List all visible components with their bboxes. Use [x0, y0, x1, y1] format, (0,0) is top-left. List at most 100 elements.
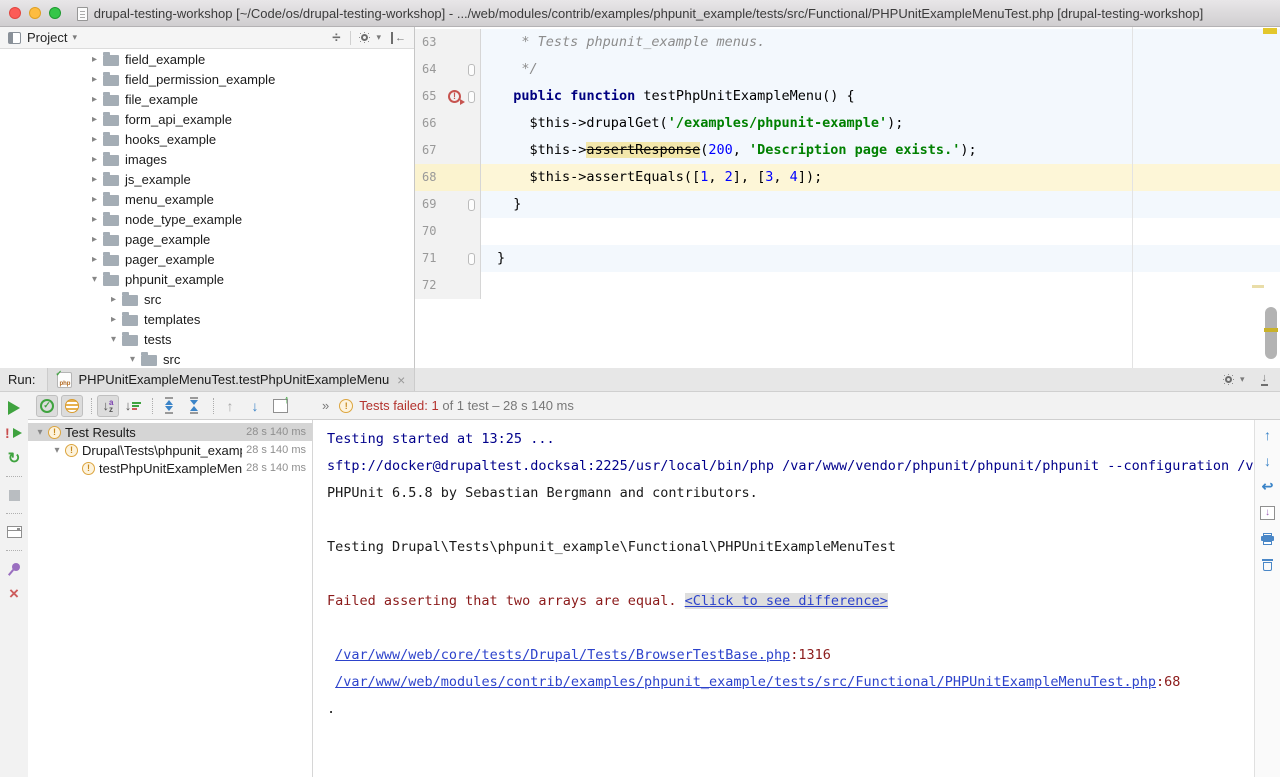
expand-arrow-icon[interactable]: ▸ — [86, 254, 103, 265]
project-panel: Project ▾ ÷ ▾ ← ▸field_example▸field_per… — [0, 27, 415, 368]
php-file-icon: ✓php — [57, 372, 72, 388]
project-tree-item[interactable]: ▸pager_example — [0, 249, 413, 269]
scroll-from-source-button[interactable]: ÷ — [332, 31, 340, 45]
run-settings-gear-icon[interactable]: ▾ — [1225, 374, 1245, 385]
project-tree-item[interactable]: ▸page_example — [0, 229, 413, 249]
test-tree-item[interactable]: ▾!Drupal\Tests\phpunit_example\Functiona… — [28, 441, 312, 459]
show-passed-button[interactable]: ✓ — [36, 395, 58, 417]
project-tree-item[interactable]: ▸templates — [0, 309, 413, 329]
expand-arrow-icon[interactable]: ▸ — [86, 114, 103, 125]
previous-failed-test-button[interactable]: ↑ — [219, 395, 241, 417]
code-text[interactable] — [481, 272, 1280, 299]
rerun-tests-button[interactable] — [4, 399, 24, 417]
project-tree-item[interactable]: ▸images — [0, 149, 413, 169]
code-text[interactable]: */ — [481, 56, 1280, 83]
expand-arrow-icon[interactable]: ▸ — [105, 314, 122, 325]
restore-layout-button[interactable] — [4, 523, 24, 541]
expand-arrow-icon[interactable]: ▸ — [86, 174, 103, 185]
code-text[interactable] — [481, 218, 1280, 245]
expand-arrow-icon[interactable]: ▸ — [105, 294, 122, 305]
show-ignored-button[interactable] — [61, 395, 83, 417]
project-tree-item[interactable]: ▸node_type_example — [0, 209, 413, 229]
close-run-panel-button[interactable]: × — [4, 585, 24, 603]
code-text[interactable]: * Tests phpunit_example menus. — [481, 29, 1280, 56]
sort-alphabetically-button[interactable]: ↓az — [97, 395, 119, 417]
soft-wrap-button[interactable]: ↩ — [1258, 478, 1278, 495]
expand-all-button[interactable] — [158, 395, 180, 417]
divider — [350, 31, 351, 45]
close-icon[interactable]: × — [397, 374, 405, 386]
test-tree-item[interactable]: !testPhpUnitExampleMenu28 s 140 ms — [28, 459, 312, 477]
test-tree-item[interactable]: ▾!Test Results28 s 140 ms — [28, 423, 312, 441]
collapse-arrow-icon[interactable]: ▾ — [124, 354, 141, 365]
rerun-failed-test-icon[interactable]: ! — [448, 90, 461, 103]
fold-handle-icon[interactable] — [468, 64, 475, 76]
stop-button[interactable] — [4, 486, 24, 504]
code-editor[interactable]: 63 * Tests phpunit_example menus.64 */65… — [415, 27, 1280, 368]
stack-trace-link[interactable]: /var/www/web/core/tests/Drupal/Tests/Bro… — [335, 647, 790, 663]
chevron-down-icon[interactable]: ▾ — [72, 32, 77, 43]
expand-arrow-icon[interactable]: ▸ — [86, 214, 103, 225]
expand-arrow-icon[interactable]: ▸ — [86, 74, 103, 85]
project-tree-item[interactable]: ▾src — [0, 349, 413, 368]
code-text[interactable]: } — [481, 191, 1280, 218]
console-text — [327, 647, 335, 663]
console-text: sftp://docker@drupaltest.docksal:2225/us… — [327, 458, 1254, 474]
collapse-arrow-icon[interactable]: ▾ — [49, 445, 65, 456]
run-configuration-tab[interactable]: ✓php PHPUnitExampleMenuTest.testPhpUnitE… — [47, 368, 415, 391]
hide-run-panel-button[interactable]: ↓ — [1261, 373, 1269, 386]
expand-arrow-icon[interactable]: ▸ — [86, 234, 103, 245]
code-text[interactable]: } — [481, 245, 1280, 272]
close-window-button[interactable] — [9, 7, 21, 19]
project-tree-item[interactable]: ▸form_api_example — [0, 109, 413, 129]
fold-handle-icon[interactable] — [468, 199, 475, 211]
sort-by-duration-button[interactable]: ↓ — [122, 395, 144, 417]
expand-arrow-icon[interactable]: ▸ — [86, 134, 103, 145]
fold-handle-icon[interactable] — [468, 253, 475, 265]
overflow-chevrons-icon[interactable]: » — [322, 398, 329, 413]
navigate-up-button[interactable]: ↑ — [1258, 426, 1278, 443]
test-console[interactable]: Testing started at 13:25 ...sftp://docke… — [313, 420, 1254, 777]
expand-arrow-icon[interactable]: ▸ — [86, 194, 103, 205]
expand-arrow-icon[interactable]: ▸ — [86, 94, 103, 105]
import-test-results-button[interactable]: ↑ — [269, 395, 291, 417]
navigate-down-button[interactable]: ↓ — [1258, 452, 1278, 469]
project-tree-item[interactable]: ▸ field_example — [0, 49, 413, 69]
console-line: /var/www/web/modules/contrib/examples/ph… — [327, 669, 1254, 696]
code-text[interactable]: $this->drupalGet('/examples/phpunit-exam… — [481, 110, 1280, 137]
project-tree-item[interactable]: ▸js_example — [0, 169, 413, 189]
project-settings-gear-icon[interactable]: ▾ — [361, 32, 381, 43]
expand-arrow-icon[interactable]: ▸ — [86, 154, 103, 165]
see-difference-link[interactable]: <Click to see difference> — [685, 593, 888, 609]
project-tree-item[interactable]: ▸hooks_example — [0, 129, 413, 149]
next-failed-test-button[interactable]: ↓ — [244, 395, 266, 417]
clear-all-button[interactable] — [1258, 556, 1278, 573]
minimize-window-button[interactable] — [29, 7, 41, 19]
toggle-auto-test-button[interactable]: ↻ — [4, 449, 24, 467]
print-button[interactable] — [1258, 530, 1278, 547]
project-tree-item[interactable]: ▸field_permission_example — [0, 69, 413, 89]
stack-trace-link[interactable]: /var/www/web/modules/contrib/examples/ph… — [335, 674, 1156, 690]
project-tree-item[interactable]: ▾tests — [0, 329, 413, 349]
scrollbar-warning-band — [1264, 328, 1278, 332]
project-tree-item[interactable]: ▸menu_example — [0, 189, 413, 209]
pin-tab-button[interactable] — [4, 560, 24, 578]
scroll-to-end-button[interactable]: ↓ — [1258, 504, 1278, 521]
collapse-arrow-icon[interactable]: ▾ — [32, 427, 48, 438]
collapse-arrow-icon[interactable]: ▾ — [86, 274, 103, 285]
collapse-all-button[interactable] — [183, 395, 205, 417]
project-tree-item[interactable]: ▾phpunit_example — [0, 269, 413, 289]
fold-handle-icon[interactable] — [468, 91, 475, 103]
code-text[interactable]: $this->assertEquals([1, 2], [3, 4]); — [481, 164, 1280, 191]
hide-panel-button[interactable]: ← — [391, 32, 406, 44]
code-text[interactable]: $this->assertResponse(200, 'Description … — [481, 137, 1280, 164]
project-tree-item[interactable]: ▸src — [0, 289, 413, 309]
folder-name: field_example — [125, 52, 205, 67]
project-tree-item[interactable]: ▸file_example — [0, 89, 413, 109]
collapse-arrow-icon[interactable]: ▾ — [105, 334, 122, 345]
zoom-window-button[interactable] — [49, 7, 61, 19]
editor-scrollbar[interactable] — [1265, 307, 1277, 359]
rerun-failed-tests-button[interactable]: ! — [4, 424, 24, 442]
code-text[interactable]: public function testPhpUnitExampleMenu()… — [481, 83, 1280, 110]
expand-arrow-icon[interactable]: ▸ — [86, 54, 103, 65]
